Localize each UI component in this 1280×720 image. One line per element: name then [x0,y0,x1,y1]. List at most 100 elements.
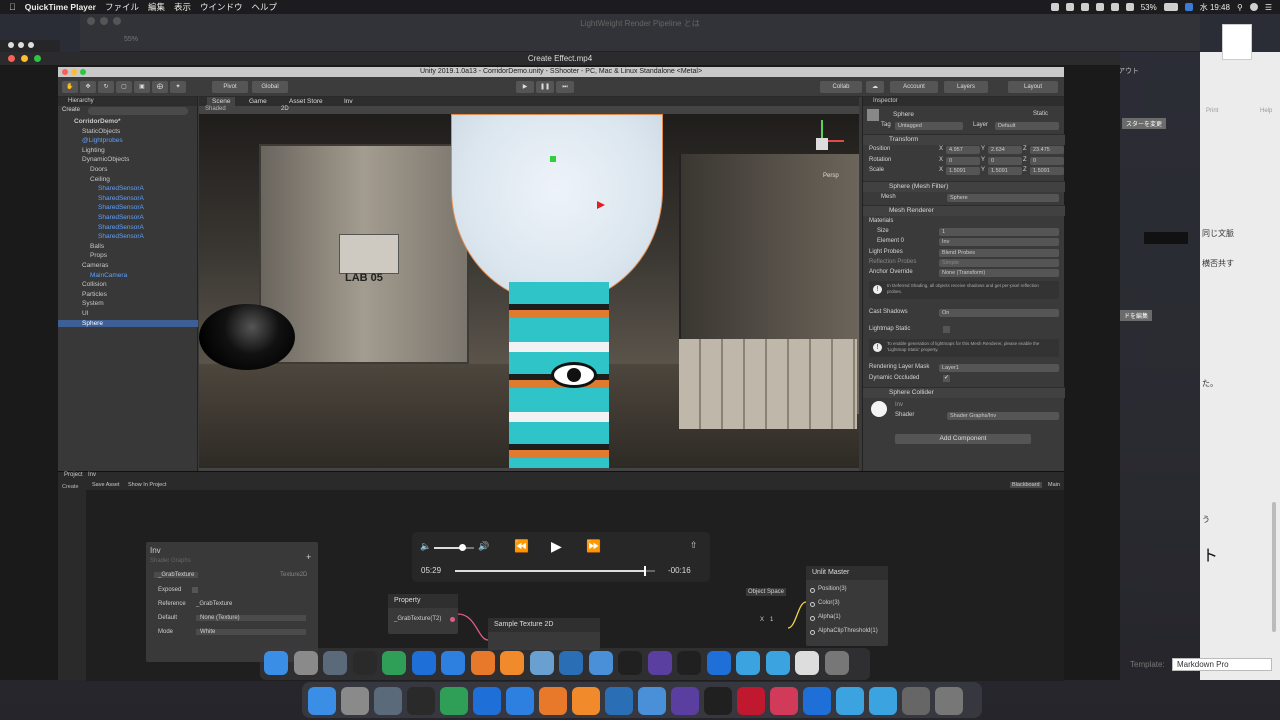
dock-app-icon[interactable] [506,687,534,715]
size-field[interactable]: 1 [939,228,1059,236]
dock-app-icon[interactable] [473,687,501,715]
rotate-tool-icon[interactable]: ↻ [98,81,114,93]
dock-app-icon[interactable] [293,651,318,675]
gizmo-arrow-green[interactable] [550,156,556,162]
hierarchy-item[interactable]: Particles [82,291,107,298]
dock-app-icon[interactable] [765,651,790,675]
hierarchy-item[interactable]: @Lightprobes [82,137,123,144]
rotation-y-field[interactable]: 0 [988,156,1022,165]
scale-y-field[interactable]: 1.5091 [988,167,1022,175]
help-button[interactable]: Help [1260,108,1272,114]
wifi-icon[interactable] [1125,3,1134,11]
template-select[interactable]: Markdown Pro [1172,658,1272,671]
minimize-icon[interactable] [18,42,24,48]
menu-view[interactable]: 表示 [174,1,191,13]
volume-max-icon[interactable]: 🔊 [478,541,489,552]
scale-x-field[interactable]: 1.5091 [946,167,980,175]
create-dropdown[interactable]: Create [62,107,80,113]
dock-app-icon[interactable] [795,651,819,675]
position-y-field[interactable]: 2.634 [988,146,1022,154]
hierarchy-item[interactable]: SharedSensorA [98,233,144,240]
dock-app-icon[interactable] [706,651,731,675]
transform-tool-icon[interactable]: ⨁ [152,81,168,93]
dock-app-icon[interactable] [836,687,864,715]
custom-tool-icon[interactable]: ✦ [170,81,186,93]
hierarchy-item[interactable]: StaticObjects [82,128,120,135]
color-swatch[interactable] [1144,232,1188,244]
hierarchy-item[interactable]: SharedSensorA [98,185,144,192]
materials-label[interactable]: Materials [869,218,893,224]
hierarchy-item[interactable]: Collision [82,281,107,288]
dock-app-icon[interactable] [736,651,760,675]
fast-forward-icon[interactable]: ⏩ [586,539,601,553]
close-icon[interactable] [62,69,68,75]
dock-app-icon[interactable] [572,687,600,715]
dock-app-icon[interactable] [737,687,765,715]
hierarchy-item[interactable]: CorridorDemo* [74,118,121,125]
move-tool-icon[interactable]: ✥ [80,81,96,93]
hierarchy-item[interactable]: Ceiling [90,176,110,183]
tab-asset-store[interactable]: Asset Store [289,97,323,106]
menu-edit[interactable]: 編集 [148,1,165,13]
cast-shadows-dropdown[interactable]: On [939,309,1059,317]
step-icon[interactable]: ⏭ [556,81,574,93]
object-name[interactable]: Sphere [893,111,914,118]
hierarchy-item[interactable]: SharedSensorA [98,195,144,202]
position-z-field[interactable]: 23.475 [1030,146,1064,154]
status-icon[interactable] [1080,3,1089,11]
visibility-eye-icon[interactable] [551,362,597,388]
main-preview-toggle[interactable]: Main [1048,482,1060,488]
light-probes-dropdown[interactable]: Blend Probes [939,249,1059,257]
collab-button[interactable]: Collab [820,81,862,93]
close-icon[interactable] [8,42,14,48]
user-avatar-icon[interactable] [1249,3,1258,11]
hierarchy-header[interactable]: Hierarchy [58,97,197,106]
zoom-icon[interactable] [34,55,41,62]
dock-app-icon[interactable] [803,687,831,715]
dock-app-icon[interactable] [647,651,672,675]
dock-app-icon[interactable] [869,687,897,715]
shading-mode[interactable]: Shaded [205,106,226,112]
status-icon[interactable] [1050,3,1059,11]
apple-icon[interactable]:  [9,2,16,12]
volume-slider[interactable] [434,544,474,551]
anchor-field[interactable]: None (Transform) [939,269,1059,277]
app-menu[interactable]: QuickTime Player [25,2,96,12]
dock-app-icon[interactable] [935,687,963,715]
dock-app-icon[interactable] [407,687,435,715]
notification-center-icon[interactable]: ☰ [1265,3,1272,12]
share-icon[interactable]: ⇧ [690,540,698,551]
rect-tool-icon[interactable]: ▣ [134,81,150,93]
dock-app-icon[interactable] [323,651,347,675]
right-text[interactable]: スターを変更 [1122,118,1167,129]
dock-app-icon[interactable] [374,687,402,715]
scene-viewport[interactable]: LAB 05 Persp [199,114,859,468]
clock[interactable]: 水 19:48 [1200,2,1230,13]
hierarchy-item[interactable]: SharedSensorA [98,224,144,231]
pause-icon[interactable]: ❚❚ [536,81,554,93]
dock-app-icon[interactable] [529,651,554,675]
dock-app-icon[interactable] [308,687,336,715]
print-button[interactable]: Print [1206,108,1218,114]
hierarchy-item[interactable]: System [82,300,104,307]
progress-bar[interactable] [455,566,655,576]
volume-mute-icon[interactable]: 🔈 [420,541,431,552]
progress-playhead[interactable] [644,566,646,576]
hierarchy-item[interactable]: Sphere [58,319,198,327]
reflection-dropdown[interactable]: Simple [939,259,1059,267]
layer-dropdown[interactable]: Default [995,122,1059,130]
menu-help[interactable]: ヘルプ [252,1,278,13]
hierarchy-item[interactable]: SharedSensorA [98,214,144,221]
hierarchy-item[interactable]: MainCamera [90,272,127,279]
2d-toggle[interactable]: 2D [281,106,289,112]
mesh-field[interactable]: Sphere [947,194,1059,202]
zoom-icon[interactable] [80,69,86,75]
minimize-icon[interactable] [71,69,77,75]
play-icon[interactable]: ▶ [551,538,562,555]
spotlight-icon[interactable]: ⚲ [1237,3,1243,12]
account-button[interactable]: Account [890,81,938,93]
dock-app-icon[interactable] [638,687,666,715]
add-component-button[interactable]: Add Component [895,434,1031,444]
global-toggle[interactable]: Global [252,81,288,93]
rendering-layer-dropdown[interactable]: Layer1 [939,364,1059,372]
